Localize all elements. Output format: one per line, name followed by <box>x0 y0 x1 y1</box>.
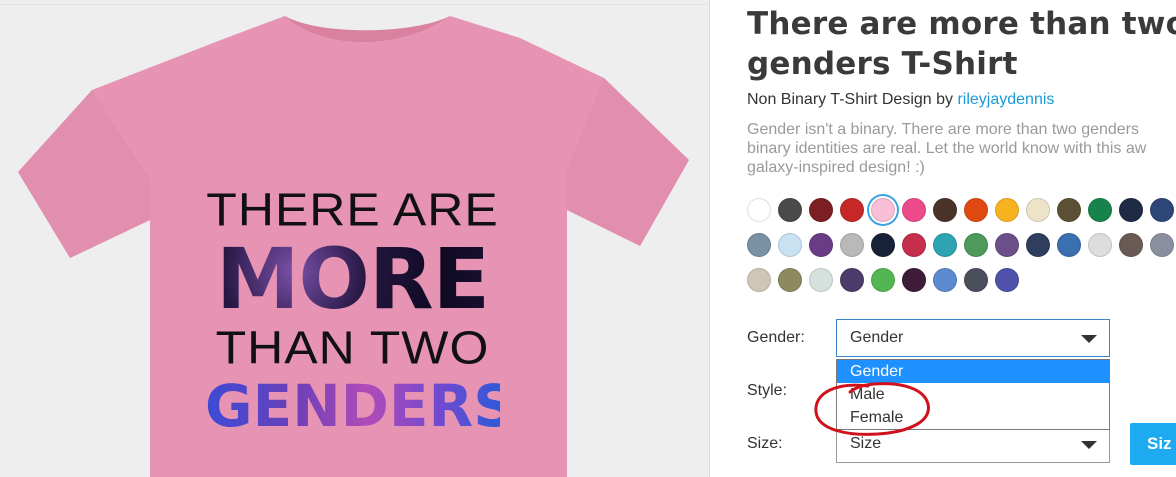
color-swatch[interactable] <box>1150 233 1174 257</box>
color-swatch[interactable] <box>1026 198 1050 222</box>
gender-dropdown-list: Gender Male Female <box>836 359 1110 430</box>
color-swatch[interactable] <box>1057 198 1081 222</box>
color-swatch[interactable] <box>871 233 895 257</box>
design-text-line-2: MORE <box>205 237 500 321</box>
gender-option-female[interactable]: Female <box>837 406 1109 429</box>
color-swatch[interactable] <box>778 233 802 257</box>
description-line-3: galaxy-inspired design! :) <box>747 159 925 176</box>
color-swatch[interactable] <box>1119 198 1143 222</box>
color-swatch[interactable] <box>964 268 988 292</box>
color-swatch[interactable] <box>933 198 957 222</box>
color-swatch[interactable] <box>995 268 1019 292</box>
color-swatch[interactable] <box>902 233 926 257</box>
size-select-value: Size <box>850 435 882 452</box>
style-label: Style: <box>747 382 788 399</box>
description-line-2: binary identities are real. Let the worl… <box>747 140 1147 157</box>
color-swatch[interactable] <box>809 268 833 292</box>
color-swatch[interactable] <box>902 268 926 292</box>
design-text-line-4: GENDERS <box>205 372 515 440</box>
shirt-print-design: THERE ARE MORE THAN TWO GENDERS <box>205 183 515 440</box>
size-guide-button[interactable]: Siz <box>1130 423 1176 465</box>
product-image-panel[interactable]: THERE ARE MORE THAN TWO GENDERS <box>0 0 710 477</box>
color-swatch[interactable] <box>840 198 864 222</box>
color-swatch[interactable] <box>1088 233 1112 257</box>
color-swatch[interactable] <box>778 268 802 292</box>
color-swatch[interactable] <box>964 198 988 222</box>
product-title: There are more than two genders T-Shirt <box>747 4 1176 84</box>
color-swatch[interactable] <box>871 268 895 292</box>
product-title-line-1: There are more than two <box>747 6 1176 42</box>
color-swatch[interactable] <box>809 233 833 257</box>
gender-select-value: Gender <box>850 329 904 346</box>
color-swatch[interactable] <box>1119 233 1143 257</box>
color-swatch[interactable] <box>809 198 833 222</box>
design-text-line-3: THAN TWO <box>215 322 490 374</box>
color-swatch[interactable] <box>840 268 864 292</box>
color-swatch[interactable] <box>902 198 926 222</box>
chevron-down-icon <box>1081 441 1097 449</box>
color-swatch[interactable] <box>871 198 895 222</box>
color-swatch[interactable] <box>995 233 1019 257</box>
size-select[interactable]: Size <box>836 425 1110 463</box>
product-byline: Non Binary T-Shirt Design by rileyjayden… <box>747 91 1054 109</box>
color-swatch[interactable] <box>1150 198 1174 222</box>
color-swatch[interactable] <box>840 233 864 257</box>
color-swatch[interactable] <box>778 198 802 222</box>
product-description: Gender isn't a binary. There are more th… <box>747 120 1176 177</box>
gender-option-gender[interactable]: Gender <box>837 360 1109 383</box>
color-swatch[interactable] <box>1088 198 1112 222</box>
description-line-1: Gender isn't a binary. There are more th… <box>747 121 1140 138</box>
color-swatch[interactable] <box>1026 233 1050 257</box>
color-swatch[interactable] <box>747 198 771 222</box>
color-swatch[interactable] <box>995 198 1019 222</box>
byline-prefix: Non Binary T-Shirt Design by <box>747 91 954 108</box>
design-text-line-1: THERE ARE <box>206 184 499 236</box>
product-info-panel: There are more than two genders T-Shirt … <box>747 0 1176 477</box>
color-swatch[interactable] <box>933 233 957 257</box>
size-label: Size: <box>747 435 783 452</box>
gender-select[interactable]: Gender <box>836 319 1110 357</box>
color-swatch[interactable] <box>1057 233 1081 257</box>
color-swatch[interactable] <box>747 268 771 292</box>
product-title-line-2: genders T-Shirt <box>747 46 1018 82</box>
color-swatch[interactable] <box>964 233 988 257</box>
chevron-down-icon <box>1081 335 1097 343</box>
color-swatch[interactable] <box>747 233 771 257</box>
color-swatch[interactable] <box>933 268 957 292</box>
artist-link[interactable]: rileyjaydennis <box>957 91 1054 108</box>
gender-option-male[interactable]: Male <box>837 383 1109 406</box>
gender-label: Gender: <box>747 329 805 346</box>
